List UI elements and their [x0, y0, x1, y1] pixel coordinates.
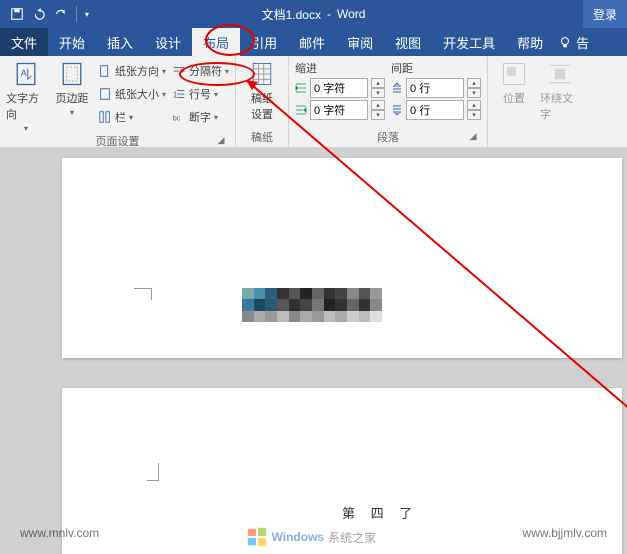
position-icon — [500, 60, 528, 88]
window-title: 文档1.docx - Word — [262, 6, 366, 23]
indent-left-field[interactable]: 0 字符 ▴▾ — [295, 78, 385, 98]
spinner-down[interactable]: ▾ — [467, 88, 481, 98]
ribbon: A 文字方向 ▾ 页边距 ▾ 纸张方向▾ 纸张大小▾ — [0, 56, 627, 148]
spinner-down[interactable]: ▾ — [467, 110, 481, 120]
text-direction-button[interactable]: A 文字方向 ▾ — [6, 60, 46, 133]
line-numbers-button[interactable]: 1 行号▾ — [172, 83, 229, 105]
margin-marker — [134, 288, 152, 300]
orientation-button[interactable]: 纸张方向▾ — [98, 60, 166, 82]
redo-icon[interactable] — [54, 7, 68, 21]
tab-design[interactable]: 设计 — [144, 28, 192, 56]
tab-file[interactable]: 文件 — [0, 28, 48, 56]
group-manuscript: 稿纸 设置 稿纸 — [236, 56, 289, 147]
line-numbers-icon: 1 — [172, 87, 186, 101]
orientation-icon — [98, 64, 112, 78]
spinner-up[interactable]: ▴ — [371, 78, 385, 88]
indent-label: 缩进 — [295, 60, 385, 76]
watermark-left: www.mnlv.com — [20, 526, 99, 548]
tell-me[interactable]: 告 — [558, 33, 589, 52]
tab-help[interactable]: 帮助 — [506, 28, 554, 56]
watermark-center: Windows 系统之家 — [246, 526, 377, 548]
page-1 — [62, 158, 622, 358]
app-name: Word — [337, 7, 365, 21]
indent-left-icon — [295, 82, 307, 94]
document-name: 文档1.docx — [262, 6, 321, 23]
position-button: 位置 — [494, 60, 534, 129]
group-label: 段落 ◢ — [295, 129, 481, 145]
breaks-button[interactable]: 分隔符▾ — [172, 60, 229, 82]
space-after-icon — [391, 104, 403, 116]
group-label: 稿纸 — [242, 129, 282, 145]
manuscript-icon — [248, 60, 276, 88]
title-bar: ▾ 文档1.docx - Word 登录 — [0, 0, 627, 28]
menu-bar: 文件 开始 插入 设计 布局 引用 邮件 审阅 视图 开发工具 帮助 告 — [0, 28, 627, 56]
save-icon[interactable] — [10, 7, 24, 21]
spinner-down[interactable]: ▾ — [371, 110, 385, 120]
dialog-launcher-icon[interactable]: ◢ — [215, 135, 227, 147]
text-direction-icon: A — [12, 60, 40, 88]
spinner-up[interactable]: ▴ — [467, 78, 481, 88]
size-button[interactable]: 纸张大小▾ — [98, 83, 166, 105]
undo-icon[interactable] — [32, 7, 46, 21]
group-label: 页面设置 ◢ — [6, 133, 229, 149]
hyphenation-icon: bc — [172, 110, 186, 124]
watermark-right: www.bjjmlv.com — [523, 526, 607, 548]
windows-logo-icon — [246, 526, 268, 548]
spacing-label: 间距 — [391, 60, 481, 76]
spinner-up[interactable]: ▴ — [467, 100, 481, 110]
manuscript-button[interactable]: 稿纸 设置 — [242, 60, 282, 129]
margins-button[interactable]: 页边距 ▾ — [52, 60, 92, 133]
tab-developer[interactable]: 开发工具 — [432, 28, 506, 56]
tab-view[interactable]: 视图 — [384, 28, 432, 56]
space-before-field[interactable]: 0 行 ▴▾ — [391, 78, 481, 98]
hyphenation-button[interactable]: bc 断字▾ — [172, 106, 229, 128]
indent-right-field[interactable]: 0 字符 ▴▾ — [295, 100, 385, 120]
document-area[interactable]: 第 四 了 — [0, 148, 627, 554]
tab-home[interactable]: 开始 — [48, 28, 96, 56]
size-icon — [98, 87, 112, 101]
group-page-setup: A 文字方向 ▾ 页边距 ▾ 纸张方向▾ 纸张大小▾ — [0, 56, 236, 147]
tab-mailings[interactable]: 邮件 — [288, 28, 336, 56]
space-after-field[interactable]: 0 行 ▴▾ — [391, 100, 481, 120]
wrap-text-icon — [546, 60, 574, 88]
login-button[interactable]: 登录 — [583, 0, 627, 28]
margin-marker — [147, 463, 159, 481]
dialog-launcher-icon[interactable]: ◢ — [467, 131, 479, 143]
svg-text:bc: bc — [173, 116, 181, 123]
chevron-down-icon: ▾ — [24, 124, 28, 133]
columns-button[interactable]: 栏▾ — [98, 106, 166, 128]
tab-layout[interactable]: 布局 — [192, 28, 240, 56]
tab-insert[interactable]: 插入 — [96, 28, 144, 56]
breaks-icon — [172, 64, 186, 78]
columns-icon — [98, 110, 112, 124]
group-arrange: 位置 环绕文字 — [488, 56, 586, 147]
margins-icon — [58, 60, 86, 88]
tab-review[interactable]: 审阅 — [336, 28, 384, 56]
footer-text: 第 四 了 — [342, 503, 418, 522]
watermark-bar: www.mnlv.com Windows 系统之家 www.bjjmlv.com — [0, 526, 627, 548]
svg-text:A: A — [21, 68, 27, 78]
redacted-content — [242, 288, 382, 322]
indent-right-icon — [295, 104, 307, 116]
svg-text:1: 1 — [173, 91, 177, 100]
space-before-icon — [391, 82, 403, 94]
qat-customize-icon[interactable]: ▾ — [85, 10, 89, 19]
spinner-up[interactable]: ▴ — [371, 100, 385, 110]
bulb-icon — [558, 35, 572, 49]
tab-references[interactable]: 引用 — [240, 28, 288, 56]
spinner-down[interactable]: ▾ — [371, 88, 385, 98]
chevron-down-icon: ▾ — [70, 108, 74, 117]
wrap-text-button: 环绕文字 — [540, 60, 580, 129]
qat-separator — [76, 6, 77, 22]
group-paragraph: 缩进 0 字符 ▴▾ 0 字符 ▴▾ 间距 0 行 ▴▾ — [289, 56, 488, 147]
